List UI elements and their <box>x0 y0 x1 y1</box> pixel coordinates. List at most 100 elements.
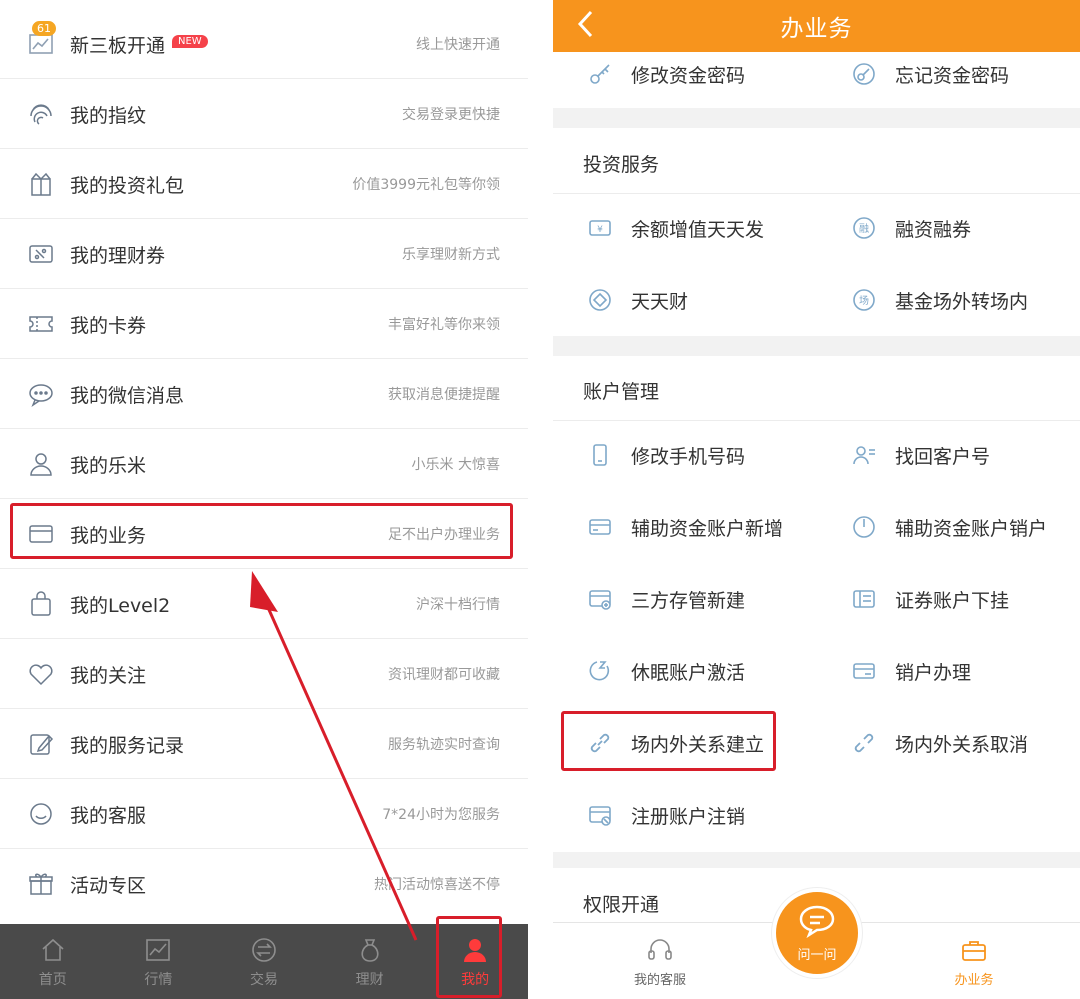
item-third-party-depository[interactable]: 三方存管新建 <box>585 569 745 629</box>
item-label: 销户办理 <box>895 661 972 684</box>
menu-item-subtitle: 热门活动惊喜送不停 <box>374 877 500 893</box>
menu-item-gift[interactable]: 我的投资礼包 价值3999元礼包等你领 <box>0 149 528 219</box>
sleep-icon <box>585 656 615 686</box>
item-add-aux-account[interactable]: 辅助资金账户新增 <box>585 497 783 557</box>
menu-item-title: 我的关注 <box>70 664 147 687</box>
menu-item-follow[interactable]: 我的关注 资讯理财都可收藏 <box>0 639 528 709</box>
phone-icon <box>585 440 615 470</box>
menu-item-subtitle: 沪深十档行情 <box>416 597 500 613</box>
depository-icon <box>585 584 615 614</box>
svg-text:融: 融 <box>859 223 869 235</box>
chat-icon <box>26 379 56 409</box>
item-label: 休眠账户激活 <box>631 661 746 684</box>
menu-item-wechat[interactable]: 我的微信消息 获取消息便捷提醒 <box>0 359 528 429</box>
menu-item-fingerprint[interactable]: 我的指纹 交易登录更快捷 <box>0 79 528 149</box>
item-tiantiancai[interactable]: 天天财 <box>585 270 688 330</box>
menu-item-level2[interactable]: 我的Level2 沪深十档行情 <box>0 569 528 639</box>
menu-item-service-record[interactable]: 我的服务记录 服务轨迹实时查询 <box>0 709 528 779</box>
item-cancel-relation[interactable]: 场内外关系取消 <box>849 713 1028 773</box>
menu-item-activity[interactable]: 活动专区 热门活动惊喜送不停 <box>0 849 528 919</box>
ask-button[interactable]: 问一问 <box>772 888 862 978</box>
menu-item-neeq[interactable]: 61 新三板开通 NEW 线上快速开通 <box>0 9 528 79</box>
ticket-icon <box>26 309 56 339</box>
tab-customer-service[interactable]: 我的客服 <box>615 923 705 999</box>
tab-label: 我的客服 <box>633 973 686 988</box>
menu-item-title: 我的理财券 <box>70 244 166 267</box>
item-label: 三方存管新建 <box>631 589 746 612</box>
tab-label: 办业务 <box>954 973 994 988</box>
item-close-aux-account[interactable]: 辅助资金账户销户 <box>849 497 1047 557</box>
panel-divider <box>528 0 553 999</box>
item-establish-relation[interactable]: 场内外关系建立 <box>585 713 764 773</box>
tab-home[interactable]: 首页 <box>0 924 106 999</box>
item-find-customer-no[interactable]: 找回客户号 <box>849 425 990 485</box>
unlink-icon <box>849 728 879 758</box>
menu-item-subtitle: 服务轨迹实时查询 <box>388 737 500 753</box>
link-icon <box>585 728 615 758</box>
back-icon[interactable] <box>575 8 595 48</box>
menu-item-subtitle: 足不出户办理业务 <box>388 527 500 543</box>
present-icon <box>26 869 56 899</box>
svg-text:¥: ¥ <box>597 225 603 235</box>
item-margin-trading[interactable]: 融 融资融券 <box>849 198 971 258</box>
item-fund-transfer[interactable]: 场 基金场外转场内 <box>849 270 1028 330</box>
item-label: 场内外关系建立 <box>631 733 765 756</box>
menu-item-subtitle: 小乐米 大惊喜 <box>411 457 500 473</box>
menu-item-customer-service[interactable]: 我的客服 7*24小时为您服务 <box>0 779 528 849</box>
yuan-icon: ¥ <box>585 213 615 243</box>
section-gap <box>553 336 1080 356</box>
menu-item-my-business[interactable]: 我的业务 足不出户办理业务 <box>0 499 528 569</box>
menu-item-subtitle: 乐享理财新方式 <box>402 247 500 263</box>
cancel-reg-icon <box>585 800 615 830</box>
wealth-icon <box>355 935 385 965</box>
power-icon <box>849 512 879 542</box>
item-link-securities-account[interactable]: 证券账户下挂 <box>849 569 1009 629</box>
item-label: 修改手机号码 <box>631 445 746 468</box>
item-label: 证券账户下挂 <box>895 589 1010 612</box>
tab-handle-business[interactable]: 办业务 <box>929 923 1019 999</box>
item-close-account[interactable]: 销户办理 <box>849 641 971 701</box>
key-icon <box>585 59 615 89</box>
tab-me[interactable]: 我的 <box>422 924 528 999</box>
menu-item-subtitle: 丰富好礼等你来领 <box>388 317 500 333</box>
menu-item-coupon[interactable]: 我的理财券 乐享理财新方式 <box>0 219 528 289</box>
tab-label: 交易 <box>249 971 278 988</box>
item-label: 修改资金密码 <box>631 64 746 87</box>
transfer-icon: 场 <box>849 285 879 315</box>
chat-bubble-icon <box>798 904 836 942</box>
menu-item-subtitle: 价值3999元礼包等你领 <box>352 177 500 193</box>
trade-icon <box>249 935 279 965</box>
menu-item-subtitle: 获取消息便捷提醒 <box>388 387 500 403</box>
menu-item-ticket[interactable]: 我的卡券 丰富好礼等你来领 <box>0 289 528 359</box>
section-title-investment: 投资服务 <box>583 154 660 176</box>
item-change-phone[interactable]: 修改手机号码 <box>585 425 745 485</box>
item-label: 融资融券 <box>895 218 972 241</box>
tab-label: 我的 <box>461 971 490 988</box>
item-activate-dormant[interactable]: 休眠账户激活 <box>585 641 745 701</box>
tab-market[interactable]: 行情 <box>106 924 212 999</box>
heart-icon <box>26 659 56 689</box>
home-icon <box>38 935 68 965</box>
coupon-icon <box>26 239 56 269</box>
card-add-icon <box>585 512 615 542</box>
service-icon <box>26 799 56 829</box>
left-screen: 61 新三板开通 NEW 线上快速开通 我的指纹 交易登录更快捷 我的投资礼包 … <box>0 0 528 999</box>
item-change-fund-password[interactable]: 修改资金密码 <box>585 44 745 104</box>
tab-wealth[interactable]: 理财 <box>317 924 423 999</box>
menu-item-title: 我的投资礼包 <box>70 174 185 197</box>
tab-trade[interactable]: 交易 <box>211 924 317 999</box>
bag-icon <box>26 589 56 619</box>
briefcase-icon <box>959 935 989 965</box>
menu-item-title: 我的微信消息 <box>70 384 185 407</box>
item-balance-plus[interactable]: ¥ 余额增值天天发 <box>585 198 764 258</box>
tab-label: 理财 <box>355 971 384 988</box>
left-tab-bar: 首页 行情 交易 理财 我的 <box>0 924 528 999</box>
menu-item-title: 我的服务记录 <box>70 734 185 757</box>
menu-item-lemi[interactable]: 我的乐米 小乐米 大惊喜 <box>0 429 528 499</box>
close-account-icon <box>849 656 879 686</box>
item-cancel-registered-account[interactable]: 注册账户注销 <box>585 785 745 845</box>
item-forgot-fund-password[interactable]: 忘记资金密码 <box>849 44 1009 104</box>
item-label: 辅助资金账户销户 <box>895 517 1048 540</box>
card-icon <box>26 519 56 549</box>
menu-item-title: 我的卡券 <box>70 314 147 337</box>
